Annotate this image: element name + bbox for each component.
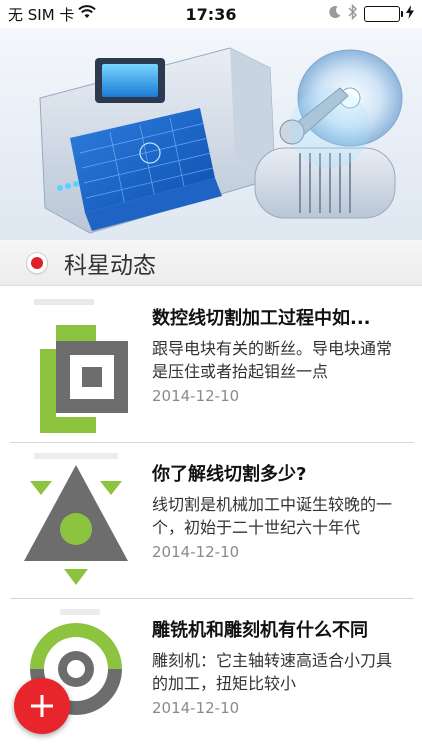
plus-icon (31, 695, 53, 717)
battery-icon (364, 6, 403, 22)
news-summary: 线切割是机械加工中诞生较晚的一个，初始于二十世纪六十年代 (152, 495, 393, 537)
news-text: 雕铣机和雕刻机有什么不同 雕刻机：它主轴转速高适合小刀具的加工，扭矩比较小 20… (152, 599, 414, 719)
section-title: 科星动态 (64, 252, 156, 279)
circle-logo-icon (30, 609, 122, 715)
banner-image[interactable] (0, 28, 422, 240)
status-left: 无 SIM 卡 (8, 4, 97, 25)
news-thumbnail (0, 599, 152, 750)
news-thumbnail (0, 443, 152, 599)
add-button[interactable] (14, 678, 70, 734)
news-text: 数控线切割加工过程中如... 跟导电块有关的断丝。导电块通常是压住或者抬起钼丝一… (152, 287, 414, 407)
charging-icon (406, 5, 414, 23)
news-title: 数控线切割加工过程中如... (152, 308, 371, 329)
section-header: 科星动态 (0, 240, 422, 286)
news-date: 2014-12-10 (152, 387, 240, 405)
news-summary: 跟导电块有关的断丝。导电块通常是压住或者抬起钼丝一点 (152, 339, 393, 381)
carrier-label: 无 SIM 卡 (8, 5, 75, 24)
news-text: 你了解线切割多少? 线切割是机械加工中诞生较晚的一个，初始于二十世纪六十年代 2… (152, 443, 414, 563)
news-date: 2014-12-10 (152, 699, 240, 717)
bluetooth-icon (348, 3, 358, 24)
news-date: 2014-12-10 (152, 543, 240, 561)
news-list: 数控线切割加工过程中如... 跟导电块有关的断丝。导电块通常是压住或者抬起钼丝一… (0, 287, 422, 750)
news-thumbnail (0, 287, 152, 443)
news-summary: 雕刻机：它主轴转速高适合小刀具的加工，扭矩比较小 (152, 651, 393, 693)
square-logo-icon (34, 299, 128, 433)
status-right (328, 3, 414, 24)
news-item[interactable]: 雕铣机和雕刻机有什么不同 雕刻机：它主轴转速高适合小刀具的加工，扭矩比较小 20… (0, 599, 422, 750)
triangle-logo-icon (24, 453, 128, 585)
news-title: 雕铣机和雕刻机有什么不同 (152, 620, 368, 641)
moon-icon (328, 5, 342, 23)
news-title: 你了解线切割多少? (152, 464, 307, 485)
cnc-machine-illustration (39, 47, 403, 234)
news-item[interactable]: 数控线切割加工过程中如... 跟导电块有关的断丝。导电块通常是压住或者抬起钼丝一… (0, 287, 422, 443)
section-marker-icon (26, 251, 48, 274)
news-item[interactable]: 你了解线切割多少? 线切割是机械加工中诞生较晚的一个，初始于二十世纪六十年代 2… (0, 443, 422, 599)
status-bar: 无 SIM 卡 17:36 (0, 0, 422, 28)
wifi-icon (78, 5, 97, 23)
